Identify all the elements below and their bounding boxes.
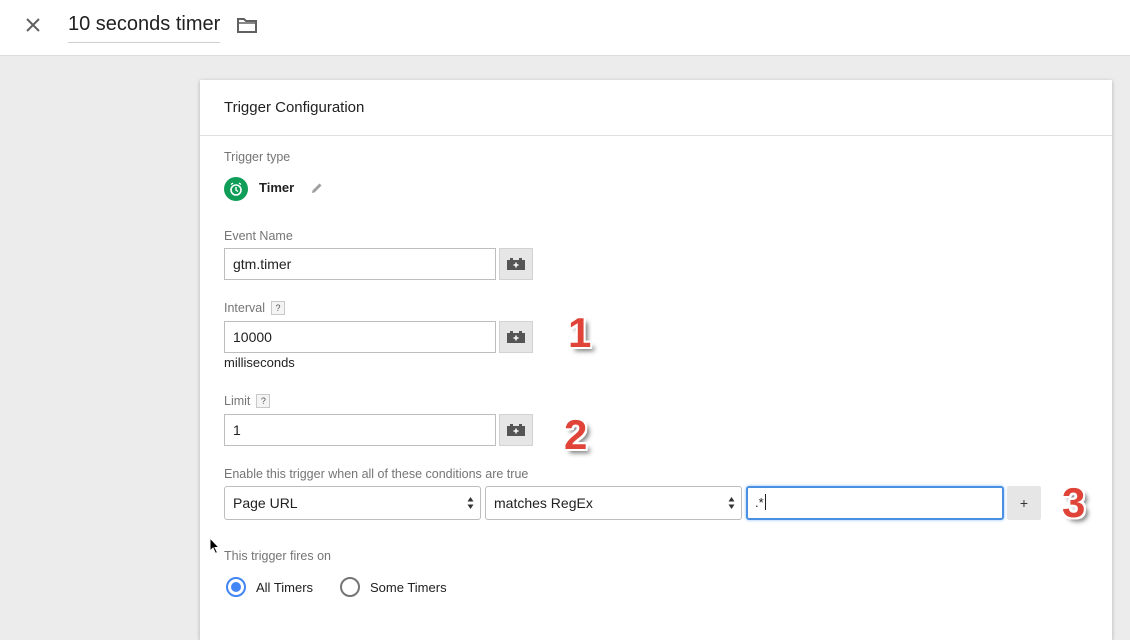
condition-operator-value: matches RegEx xyxy=(494,495,593,511)
variable-icon xyxy=(507,424,525,436)
limit-variable-button[interactable] xyxy=(499,414,533,446)
variable-icon xyxy=(507,258,525,270)
fires-on-label: This trigger fires on xyxy=(224,549,331,563)
trigger-type-label: Trigger type xyxy=(224,150,291,164)
condition-operator-select[interactable]: matches RegEx xyxy=(485,486,742,520)
event-name-variable-button[interactable] xyxy=(499,248,533,280)
annotation-3: 3 xyxy=(1062,479,1086,526)
page-title[interactable]: 10 seconds timer xyxy=(68,11,221,43)
limit-label: Limit? xyxy=(224,394,271,408)
card-title: Trigger Configuration xyxy=(200,80,1112,136)
interval-help-icon[interactable]: ? xyxy=(271,301,285,315)
condition-value-input[interactable]: .* xyxy=(746,486,1004,520)
condition-variable-value: Page URL xyxy=(233,495,298,511)
pencil-icon[interactable] xyxy=(310,181,324,195)
timer-icon xyxy=(224,177,248,201)
select-arrows-icon xyxy=(728,497,735,509)
interval-label-text: Interval xyxy=(224,301,265,315)
variable-icon xyxy=(507,331,525,343)
text-caret xyxy=(764,494,766,510)
annotation-2: 2 xyxy=(564,411,588,458)
radio-all-timers-label: All Timers xyxy=(256,579,314,595)
radio-all-timers[interactable]: All Timers xyxy=(226,577,313,597)
condition-variable-select[interactable]: Page URL xyxy=(224,486,481,520)
trigger-type-name: Timer xyxy=(259,180,295,195)
close-icon xyxy=(26,18,40,32)
top-bar: 10 seconds timer xyxy=(0,0,1130,56)
interval-variable-button[interactable] xyxy=(499,321,533,353)
conditions-label: Enable this trigger when all of these co… xyxy=(224,467,529,481)
limit-input[interactable]: 1 xyxy=(224,414,496,446)
mouse-pointer-icon xyxy=(209,537,221,555)
folder-button[interactable] xyxy=(236,14,258,36)
radio-button-checked[interactable] xyxy=(226,577,246,597)
event-name-label: Event Name xyxy=(224,229,293,243)
annotation-1: 1 xyxy=(568,309,592,356)
folder-icon xyxy=(237,18,257,33)
interval-unit: milliseconds xyxy=(224,355,295,370)
interval-input[interactable]: 10000 xyxy=(224,321,496,353)
interval-label: Interval? xyxy=(224,301,285,315)
trigger-configuration-card: Trigger Configuration Trigger type Timer… xyxy=(200,80,1112,640)
radio-some-timers-label: Some Timers xyxy=(370,579,447,595)
radio-button-unchecked[interactable] xyxy=(340,577,360,597)
condition-value-text: .* xyxy=(755,495,764,510)
add-condition-button[interactable]: + xyxy=(1007,486,1041,520)
radio-some-timers[interactable]: Some Timers xyxy=(340,577,447,597)
limit-label-text: Limit xyxy=(224,394,251,408)
close-button[interactable] xyxy=(20,12,46,38)
event-name-input[interactable]: gtm.timer xyxy=(224,248,496,280)
select-arrows-icon xyxy=(467,497,474,509)
limit-help-icon[interactable]: ? xyxy=(256,394,271,408)
